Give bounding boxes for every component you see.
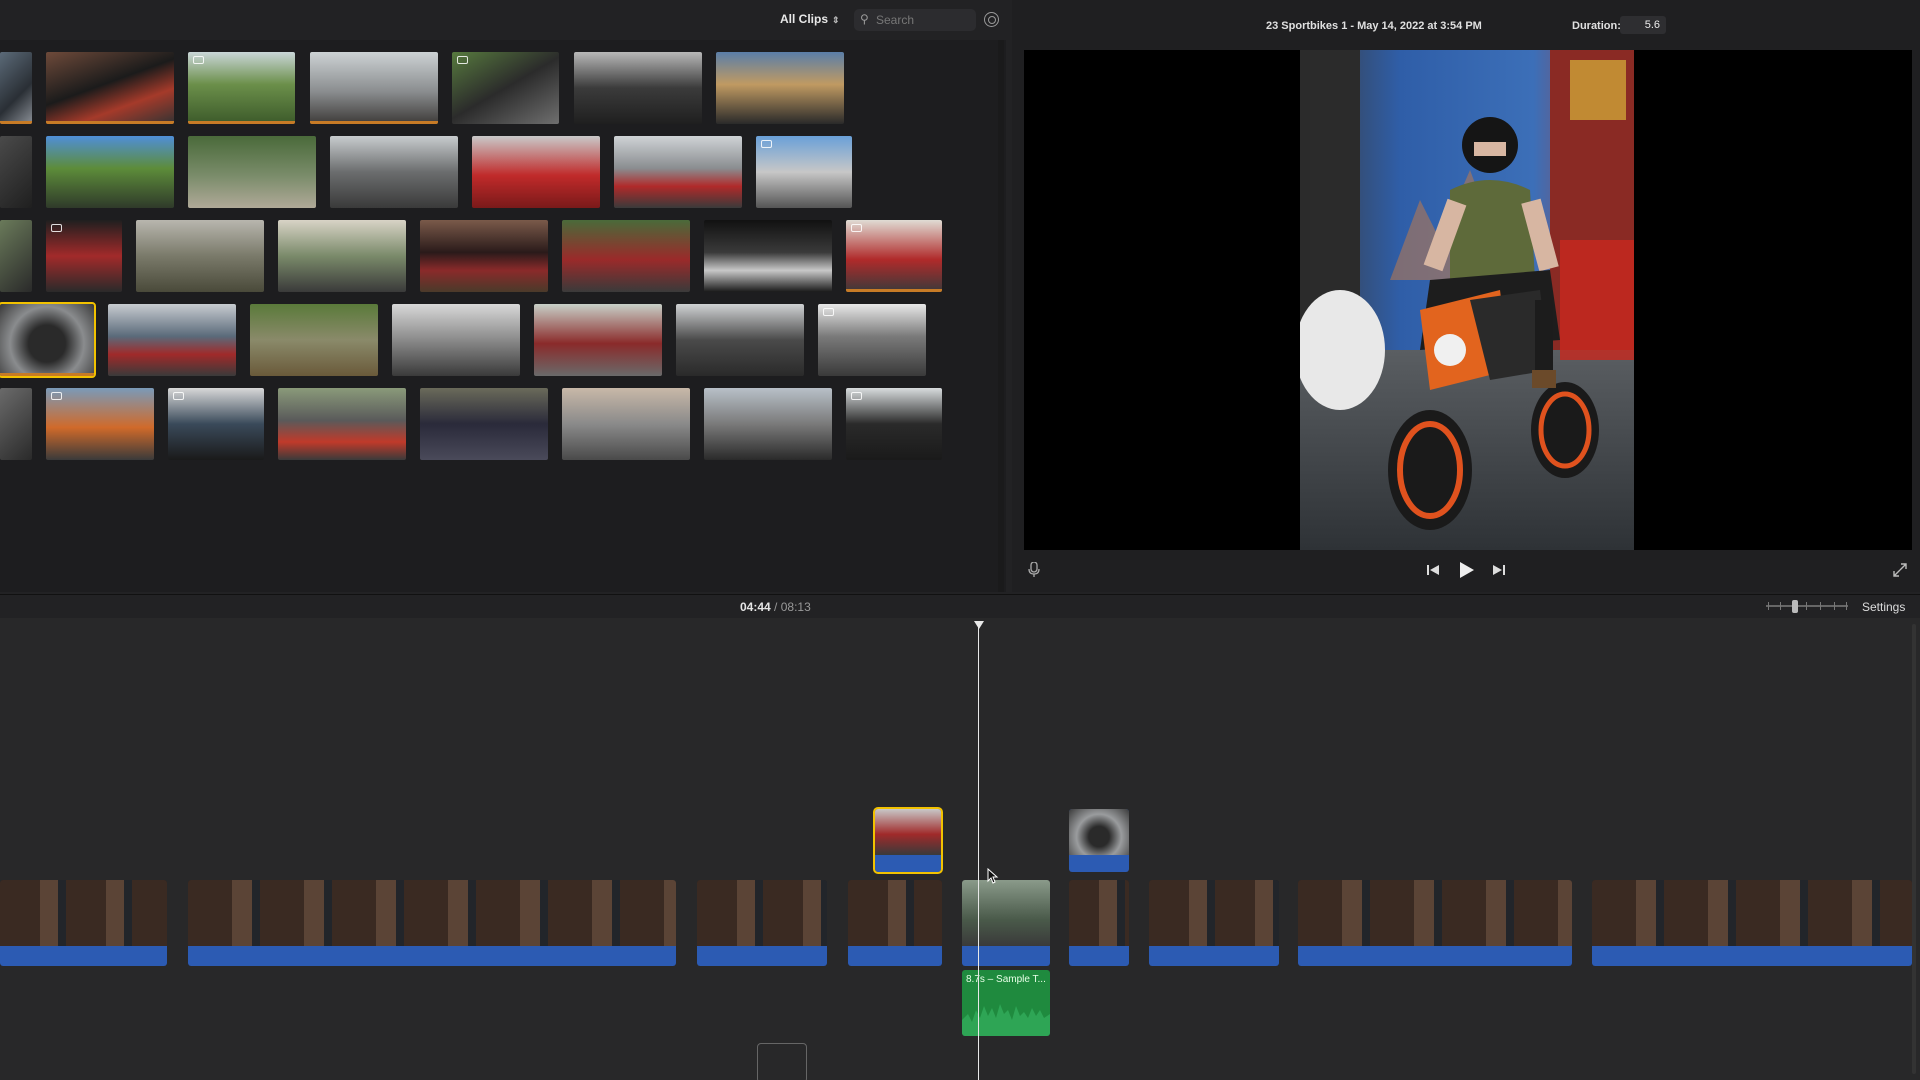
clip-thumbnail[interactable] bbox=[46, 220, 122, 292]
browser-scrollbar[interactable] bbox=[998, 40, 1004, 592]
clip-thumbnail[interactable] bbox=[278, 220, 406, 292]
clip-thumbnail[interactable] bbox=[420, 388, 548, 460]
play-icon[interactable] bbox=[1456, 561, 1476, 579]
timeline-clip[interactable] bbox=[188, 880, 676, 966]
photo-badge-icon bbox=[173, 392, 184, 400]
clip-thumbnail[interactable] bbox=[136, 220, 264, 292]
photo-badge-icon bbox=[851, 224, 862, 232]
clip-thumbnail[interactable] bbox=[168, 388, 264, 460]
timeline-clip[interactable] bbox=[848, 880, 942, 966]
clip-thumbnail[interactable] bbox=[846, 388, 942, 460]
photo-badge-icon bbox=[761, 140, 772, 148]
fullscreen-icon[interactable] bbox=[1892, 562, 1908, 578]
preview-image bbox=[1300, 50, 1634, 550]
clip-thumbnail[interactable] bbox=[0, 136, 32, 208]
timeline[interactable] bbox=[0, 618, 1920, 1080]
zoom-slider-knob[interactable] bbox=[1792, 600, 1798, 613]
search-box[interactable]: ⚲ bbox=[854, 9, 976, 31]
cutaway-clip[interactable] bbox=[873, 807, 943, 874]
current-time: 04:44 bbox=[740, 600, 771, 614]
clip-thumbnail[interactable] bbox=[676, 304, 804, 376]
clip-thumbnail[interactable] bbox=[188, 136, 316, 208]
playhead[interactable] bbox=[978, 624, 979, 1080]
photo-badge-icon bbox=[51, 392, 62, 400]
clip-thumbnail[interactable] bbox=[574, 52, 702, 124]
clip-thumbnail[interactable] bbox=[818, 304, 926, 376]
timecode-display: 04:44 / 08:13 bbox=[740, 600, 811, 614]
settings-button[interactable]: Settings bbox=[1862, 600, 1905, 614]
clip-grid bbox=[0, 0, 1000, 592]
clip-thumbnail[interactable] bbox=[562, 220, 690, 292]
clip-info-title: 23 Sportbikes 1 - May 14, 2022 at 3:54 P… bbox=[1266, 20, 1482, 32]
timeline-header bbox=[0, 594, 1920, 618]
mouse-cursor-icon bbox=[987, 868, 999, 884]
photo-badge-icon bbox=[823, 308, 834, 316]
clip-thumbnail[interactable] bbox=[278, 388, 406, 460]
clip-thumbnail[interactable] bbox=[472, 136, 600, 208]
microphone-icon[interactable] bbox=[1028, 562, 1040, 578]
total-time: 08:13 bbox=[780, 600, 811, 614]
clips-filter-select[interactable]: All Clips ⇕ bbox=[780, 12, 840, 26]
clip-thumbnail[interactable] bbox=[704, 220, 832, 292]
skip-forward-icon[interactable] bbox=[1490, 561, 1508, 579]
clip-thumbnail[interactable] bbox=[704, 388, 832, 460]
gear-icon[interactable] bbox=[984, 12, 999, 27]
clip-thumbnail[interactable] bbox=[250, 304, 378, 376]
clip-thumbnail[interactable] bbox=[0, 302, 96, 378]
media-browser: All Clips ⇕ ⚲ bbox=[0, 0, 1006, 592]
search-icon: ⚲ bbox=[860, 12, 869, 26]
photo-badge-icon bbox=[193, 56, 204, 64]
clip-thumbnail[interactable] bbox=[46, 388, 154, 460]
timeline-clip[interactable] bbox=[0, 880, 167, 966]
timeline-clip[interactable] bbox=[697, 880, 827, 966]
clip-thumbnail[interactable] bbox=[756, 136, 852, 208]
clip-thumbnail[interactable] bbox=[310, 52, 438, 124]
music-clip[interactable]: 8.7s – Sample T... bbox=[962, 970, 1050, 1036]
clip-thumbnail[interactable] bbox=[188, 52, 295, 124]
cutaway-clip[interactable] bbox=[1069, 809, 1129, 872]
clip-thumbnail[interactable] bbox=[108, 304, 236, 376]
duration-field[interactable]: 5.6 bbox=[1620, 16, 1666, 34]
clip-thumbnail[interactable] bbox=[534, 304, 662, 376]
photo-badge-icon bbox=[51, 224, 62, 232]
duration-label: Duration: bbox=[1572, 20, 1621, 32]
clip-thumbnail[interactable] bbox=[0, 52, 32, 124]
drop-target bbox=[757, 1043, 807, 1080]
clip-thumbnail[interactable] bbox=[46, 136, 174, 208]
timeline-clip[interactable] bbox=[1298, 880, 1572, 966]
clip-thumbnail[interactable] bbox=[716, 52, 844, 124]
timeline-clip[interactable] bbox=[1592, 880, 1912, 966]
clip-thumbnail[interactable] bbox=[452, 52, 559, 124]
timeline-scrollbar[interactable] bbox=[1912, 624, 1916, 1074]
playhead-handle[interactable] bbox=[974, 621, 984, 629]
clip-thumbnail[interactable] bbox=[330, 136, 458, 208]
clip-thumbnail[interactable] bbox=[614, 136, 742, 208]
clip-thumbnail[interactable] bbox=[392, 304, 520, 376]
time-separator: / bbox=[774, 600, 778, 614]
photo-badge-icon bbox=[851, 392, 862, 400]
timeline-zoom-slider[interactable] bbox=[1766, 600, 1848, 613]
timeline-clip[interactable] bbox=[1149, 880, 1279, 966]
clip-thumbnail[interactable] bbox=[46, 52, 174, 124]
browser-toolbar: All Clips ⇕ ⚲ bbox=[0, 0, 1006, 40]
clip-thumbnail[interactable] bbox=[562, 388, 690, 460]
chevron-updown-icon: ⇕ bbox=[832, 15, 840, 25]
clip-thumbnail[interactable] bbox=[420, 220, 548, 292]
photo-badge-icon bbox=[457, 56, 468, 64]
search-input[interactable] bbox=[876, 12, 972, 28]
timeline-clip[interactable] bbox=[962, 880, 1050, 966]
timeline-clip[interactable] bbox=[1069, 880, 1129, 966]
skip-back-icon[interactable] bbox=[1424, 561, 1442, 579]
clips-filter-label: All Clips bbox=[780, 12, 829, 26]
clip-thumbnail[interactable] bbox=[0, 388, 32, 460]
clip-thumbnail[interactable] bbox=[0, 220, 32, 292]
clip-thumbnail[interactable] bbox=[846, 220, 942, 292]
